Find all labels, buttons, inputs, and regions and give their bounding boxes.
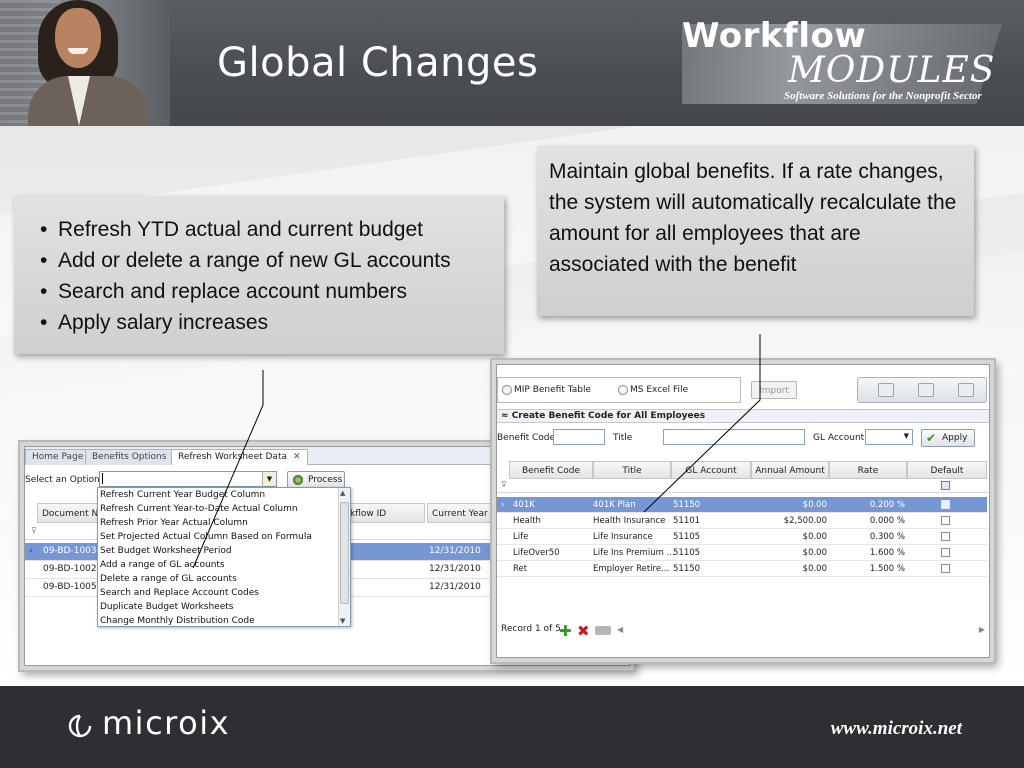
- column-header-benefit-code[interactable]: Benefit Code: [509, 461, 593, 479]
- table-row[interactable]: › 401K 401K Plan 51150 $0.00 0.200 %: [497, 497, 987, 513]
- presenter-photo: [0, 0, 170, 126]
- default-checkbox[interactable]: [941, 548, 950, 557]
- chevron-down-icon[interactable]: ▼: [904, 432, 909, 440]
- feature-item: Add or delete a range of new GL accounts: [28, 245, 494, 276]
- dropdown-option[interactable]: Set Projected Actual Column Based on For…: [100, 532, 312, 542]
- default-checkbox[interactable]: [941, 500, 950, 509]
- table-row[interactable]: Life Life Insurance 51105 $0.00 0.300 %: [497, 529, 987, 545]
- chevron-down-icon[interactable]: ▼: [262, 472, 276, 486]
- table-row[interactable]: LifeOver50 Life Ins Premium ... 51105 $0…: [497, 545, 987, 561]
- edit-icon[interactable]: [918, 383, 934, 397]
- dropdown-option[interactable]: Duplicate Budget Worksheets: [100, 602, 233, 612]
- workflow-modules-logo: Workflow MODULES Software Solutions for …: [676, 14, 1016, 110]
- column-header-default[interactable]: Default: [907, 461, 987, 479]
- benefit-code-input[interactable]: [553, 429, 605, 445]
- gl-account-label: GL Account: [813, 433, 865, 443]
- process-gear-icon: [292, 474, 304, 486]
- section-header[interactable]: ≈ Create Benefit Code for All Employees: [497, 409, 989, 423]
- column-header-current-year[interactable]: Current Year: [427, 503, 497, 523]
- scroll-up-icon[interactable]: ▲: [340, 489, 345, 497]
- benefit-code-label: Benefit Code: [497, 433, 556, 443]
- row-indicator-icon: ›: [501, 500, 505, 510]
- save-icon[interactable]: [878, 383, 894, 397]
- microix-logo-icon: [68, 714, 92, 738]
- brand-name: microix: [102, 704, 231, 742]
- dropdown-option[interactable]: Delete a range of GL accounts: [100, 574, 237, 584]
- column-header-workflow-id[interactable]: kflow ID: [345, 503, 425, 523]
- feature-item: Search and replace account numbers: [28, 276, 494, 307]
- radio-mip-benefit-table[interactable]: MIP Benefit Table: [502, 385, 591, 395]
- row-indicator-icon: ›: [29, 546, 33, 556]
- feature-list: Refresh YTD actual and current budget Ad…: [28, 214, 494, 338]
- check-icon: ✔: [926, 431, 937, 445]
- add-icon[interactable]: ✚: [559, 622, 572, 640]
- website-link[interactable]: www.microix.net: [831, 718, 962, 740]
- default-checkbox[interactable]: [941, 564, 950, 573]
- window-toolbar: [857, 377, 987, 403]
- dropdown-option[interactable]: Refresh Prior Year Actual Column: [100, 518, 248, 528]
- edit-record-icon[interactable]: [595, 626, 611, 635]
- dropdown-option[interactable]: Search and Replace Account Codes: [100, 588, 259, 598]
- dropdown-option[interactable]: Refresh Current Year-to-Date Actual Colu…: [100, 504, 298, 514]
- scroll-down-icon[interactable]: ▼: [340, 617, 345, 625]
- print-icon[interactable]: [958, 383, 974, 397]
- dropdown-option[interactable]: Refresh Current Year Budget Column: [100, 490, 265, 500]
- option-dropdown-list: Refresh Current Year Budget Column Refre…: [97, 487, 351, 627]
- benefits-callout: Maintain global benefits. If a rate chan…: [537, 146, 974, 316]
- dropdown-option[interactable]: Change Monthly Distribution Code: [100, 616, 255, 626]
- scroll-right-icon[interactable]: ▶: [979, 625, 985, 634]
- close-tab-icon[interactable]: ✕: [293, 452, 301, 462]
- tab-home-page[interactable]: Home Page: [25, 449, 91, 465]
- slide-footer: microix www.microix.net: [0, 686, 1024, 768]
- logo-word-modules: MODULES: [788, 50, 996, 91]
- column-header-title[interactable]: Title: [593, 461, 671, 479]
- feature-item: Apply salary increases: [28, 307, 494, 338]
- option-select[interactable]: ▼: [99, 471, 277, 487]
- column-header-annual-amount[interactable]: Annual Amount: [751, 461, 829, 479]
- scroll-left-icon[interactable]: ◀: [617, 625, 623, 634]
- default-checkbox[interactable]: [941, 532, 950, 541]
- text-caret: [102, 473, 103, 484]
- table-row[interactable]: Health Health Insurance 51101 $2,500.00 …: [497, 513, 987, 529]
- dropdown-option[interactable]: Set Budget Worksheet Period: [100, 546, 232, 556]
- filter-checkbox[interactable]: [941, 481, 950, 490]
- benefits-description: Maintain global benefits. If a rate chan…: [549, 160, 957, 276]
- collapse-icon[interactable]: ≈: [501, 411, 512, 421]
- benefits-options-window: MIP Benefit Table MS Excel File Import ≈…: [496, 364, 990, 658]
- table-row[interactable]: Ret Employer Retire... 51150 $0.00 1.500…: [497, 561, 987, 577]
- title-label: Title: [613, 433, 633, 443]
- record-navigator: Record 1 of 5 ✚ ✖ ◀ ▶: [497, 621, 989, 641]
- gl-account-select[interactable]: ▼: [865, 429, 913, 445]
- filter-icon[interactable]: ⊽: [31, 526, 37, 535]
- apply-button[interactable]: ✔ Apply: [921, 429, 975, 447]
- import-button[interactable]: Import: [751, 381, 797, 399]
- select-option-label: Select an Option: [25, 475, 100, 485]
- default-checkbox[interactable]: [941, 516, 950, 525]
- title-input[interactable]: [663, 429, 805, 445]
- import-source-group: MIP Benefit Table MS Excel File: [497, 377, 741, 403]
- column-header-rate[interactable]: Rate: [829, 461, 907, 479]
- record-status: Record 1 of 5: [501, 624, 561, 634]
- radio-ms-excel-file[interactable]: MS Excel File: [618, 385, 688, 395]
- filter-icon[interactable]: ⊽: [501, 480, 507, 489]
- dropdown-option[interactable]: Add a range of GL accounts: [100, 560, 225, 570]
- slide-title: Global Changes: [217, 40, 539, 86]
- column-header-gl-account[interactable]: GL Account: [671, 461, 751, 479]
- tab-refresh-worksheet-data[interactable]: Refresh Worksheet Data ✕: [171, 449, 308, 465]
- slide-header: Global Changes Workflow MODULES Software…: [0, 0, 1024, 126]
- logo-tagline: Software Solutions for the Nonprofit Sec…: [784, 90, 982, 102]
- scroll-thumb[interactable]: [340, 502, 349, 604]
- filter-row[interactable]: ⊽: [497, 479, 989, 493]
- feature-item: Refresh YTD actual and current budget: [28, 214, 494, 245]
- delete-icon[interactable]: ✖: [577, 622, 590, 640]
- dropdown-scrollbar[interactable]: ▲ ▼: [338, 488, 350, 626]
- tab-benefits-options[interactable]: Benefits Options: [85, 449, 174, 465]
- features-callout: Refresh YTD actual and current budget Ad…: [14, 196, 504, 354]
